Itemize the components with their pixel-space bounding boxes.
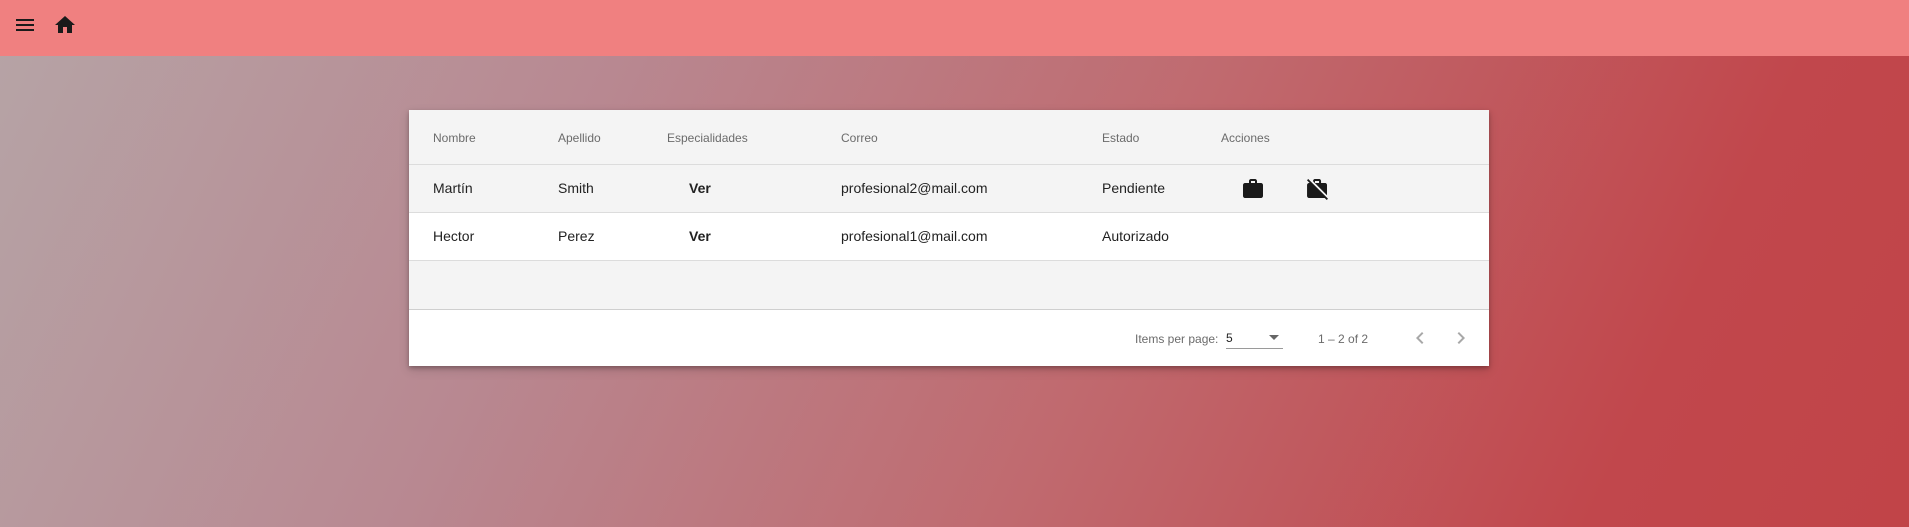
ver-especialidades-button[interactable]: Ver bbox=[689, 228, 711, 244]
top-toolbar bbox=[0, 0, 1909, 56]
cell-correo: profesional2@mail.com bbox=[841, 180, 988, 196]
cell-correo: profesional1@mail.com bbox=[841, 228, 988, 244]
column-header-estado[interactable]: Estado bbox=[1102, 131, 1139, 145]
page-size-select[interactable]: 5 bbox=[1226, 327, 1283, 349]
dropdown-arrow-icon bbox=[1269, 335, 1279, 340]
cell-apellido: Perez bbox=[558, 228, 595, 244]
column-header-correo[interactable]: Correo bbox=[841, 131, 878, 145]
ver-especialidades-button[interactable]: Ver bbox=[689, 180, 711, 196]
cell-nombre: Hector bbox=[433, 228, 475, 244]
chevron-right-icon[interactable] bbox=[1449, 326, 1473, 350]
table-header-row: Nombre Apellido Especialidades Correo Es… bbox=[409, 110, 1489, 165]
paginator: Items per page: 5 1 – 2 of 2 bbox=[409, 310, 1489, 366]
empty-row bbox=[409, 261, 1489, 310]
items-per-page-label: Items per page: bbox=[1135, 332, 1219, 346]
work-icon[interactable] bbox=[1241, 177, 1265, 201]
column-header-especialidades[interactable]: Especialidades bbox=[667, 131, 748, 145]
cell-estado: Pendiente bbox=[1102, 180, 1166, 196]
home-icon[interactable] bbox=[53, 13, 77, 37]
cell-nombre: Martín bbox=[433, 180, 473, 196]
column-header-apellido[interactable]: Apellido bbox=[558, 131, 601, 145]
column-header-acciones: Acciones bbox=[1221, 131, 1270, 145]
column-header-nombre[interactable]: Nombre bbox=[433, 131, 476, 145]
page-size-value: 5 bbox=[1226, 331, 1233, 345]
table-row: Martín Smith Ver profesional2@mail.com P… bbox=[409, 165, 1489, 213]
menu-icon[interactable] bbox=[13, 13, 37, 37]
cell-estado: Autorizado bbox=[1102, 228, 1169, 244]
work-off-icon[interactable] bbox=[1305, 177, 1329, 201]
page-range-label: 1 – 2 of 2 bbox=[1318, 332, 1369, 346]
professionals-table-card: Nombre Apellido Especialidades Correo Es… bbox=[409, 110, 1489, 366]
cell-apellido: Smith bbox=[558, 180, 594, 196]
table-row: Hector Perez Ver profesional1@mail.com A… bbox=[409, 213, 1489, 261]
chevron-left-icon[interactable] bbox=[1408, 326, 1432, 350]
